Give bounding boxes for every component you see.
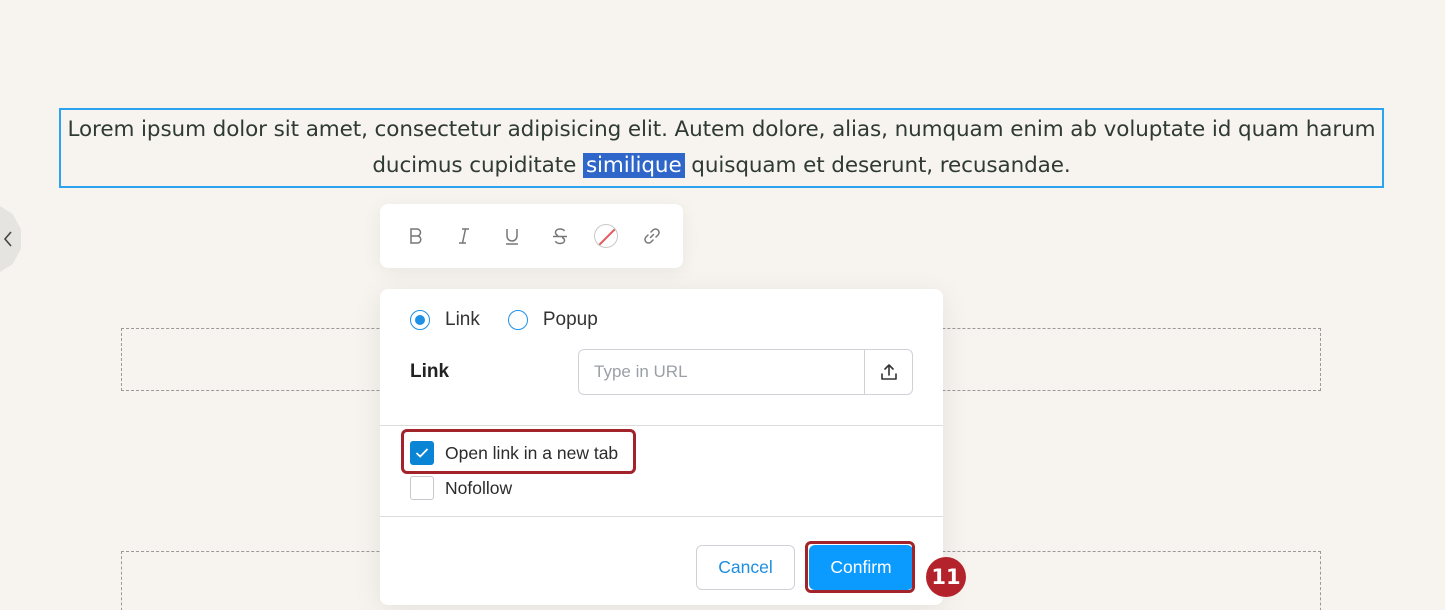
bold-button[interactable] (402, 222, 430, 250)
radio-option-popup[interactable]: Popup (507, 309, 598, 331)
radio-label-link: Link (445, 309, 480, 330)
upload-icon (880, 364, 897, 380)
radio-option-link[interactable]: Link (410, 309, 480, 331)
confirm-button[interactable]: Confirm (809, 545, 913, 590)
chevron-left-icon (3, 231, 12, 247)
link-icon (644, 228, 660, 244)
open-new-tab-checkbox[interactable] (410, 441, 434, 465)
divider (380, 425, 943, 426)
nofollow-label: Nofollow (445, 477, 513, 498)
radio-button-popup[interactable] (507, 310, 528, 330)
text-format-toolbar (380, 204, 683, 268)
sidebar-collapse-tab[interactable] (0, 206, 21, 272)
italic-button[interactable] (450, 222, 478, 250)
url-input[interactable] (579, 350, 864, 394)
checkmark-icon (415, 448, 429, 458)
bold-icon (410, 228, 422, 244)
nofollow-option[interactable]: Nofollow (410, 476, 512, 500)
radio-button-link[interactable] (410, 310, 430, 330)
open-new-tab-label: Open link in a new tab (445, 442, 619, 463)
link-field-label: Link (410, 361, 450, 382)
paragraph-text-after: quisquam et deserunt, recusandae. (684, 153, 1071, 178)
link-type-radio-group: Link Popup (410, 309, 626, 331)
italic-icon (459, 228, 469, 244)
strikethrough-button[interactable] (546, 222, 574, 250)
upload-button[interactable] (864, 350, 912, 394)
divider (380, 516, 943, 517)
open-new-tab-option[interactable]: Open link in a new tab (410, 441, 618, 465)
step-number-badge: 11 (926, 557, 966, 597)
underline-button[interactable] (498, 222, 526, 250)
nofollow-checkbox[interactable] (410, 476, 434, 500)
insert-link-button[interactable] (638, 222, 666, 250)
link-settings-panel: Link Popup Link Open link in a new tab N… (380, 289, 943, 605)
underline-icon (506, 229, 518, 245)
text-block-editor[interactable]: Lorem ipsum dolor sit amet, consectetur … (59, 108, 1384, 188)
text-color-button[interactable] (594, 224, 618, 248)
strikethrough-icon (553, 228, 567, 245)
url-input-group (578, 349, 913, 395)
radio-label-popup: Popup (542, 309, 598, 330)
selected-text[interactable]: similique (582, 153, 685, 178)
cancel-button[interactable]: Cancel (696, 545, 795, 590)
